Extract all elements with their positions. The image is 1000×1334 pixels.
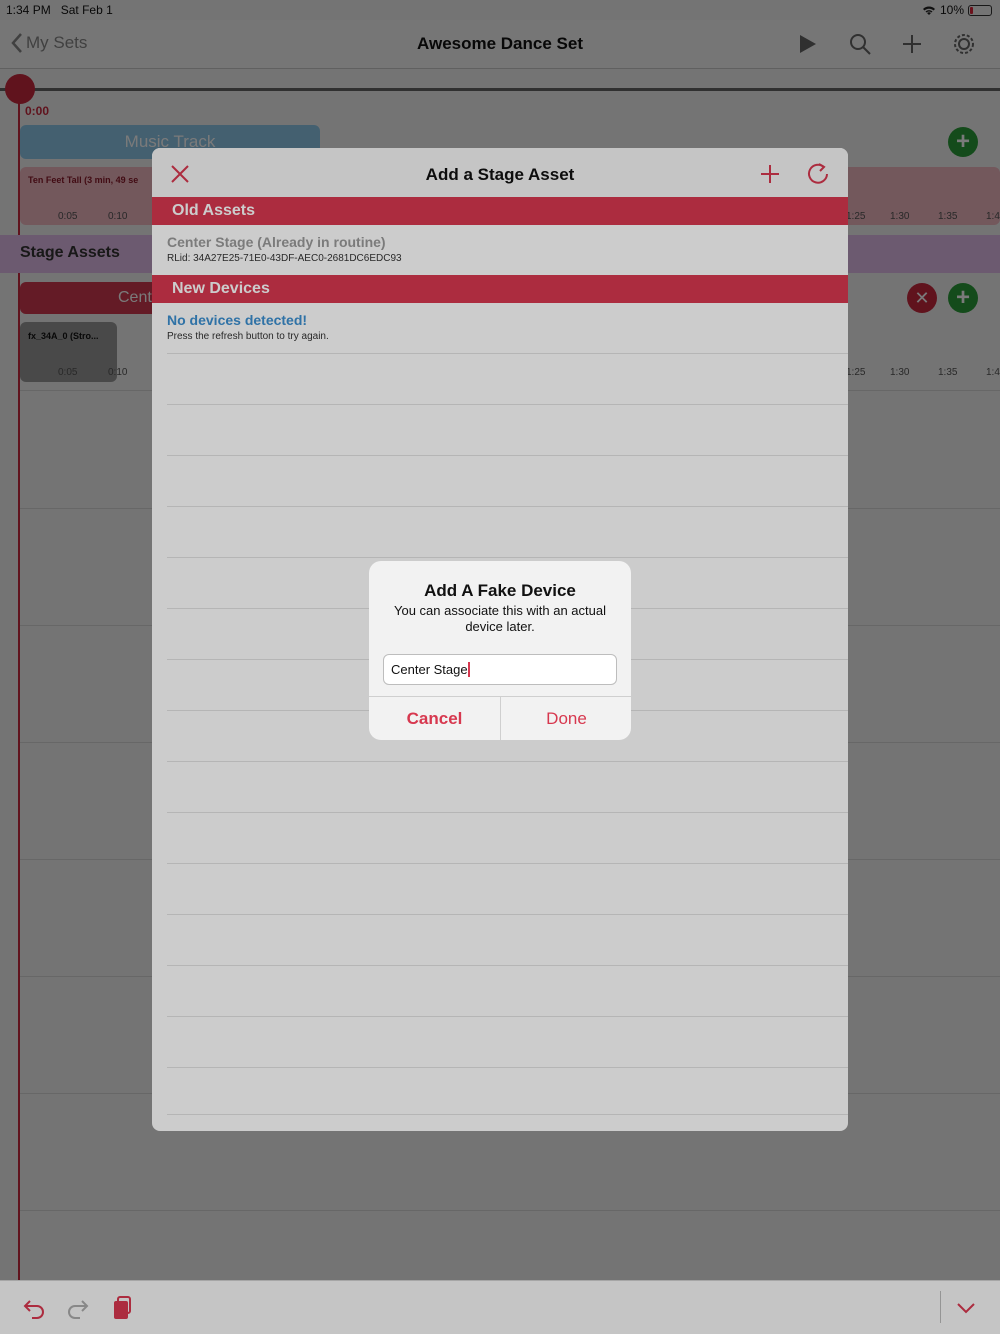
done-button[interactable]: Done: [501, 697, 631, 740]
cancel-button[interactable]: Cancel: [369, 697, 500, 740]
alert-message: You can associate this with an actual de…: [394, 603, 606, 634]
device-name-input[interactable]: Center Stage: [383, 654, 617, 685]
add-fake-device-alert: Add A Fake Device You can associate this…: [369, 561, 631, 740]
alert-title: Add A Fake Device: [424, 581, 576, 600]
text-caret: [467, 662, 470, 677]
device-name-value: Center Stage: [391, 662, 468, 677]
